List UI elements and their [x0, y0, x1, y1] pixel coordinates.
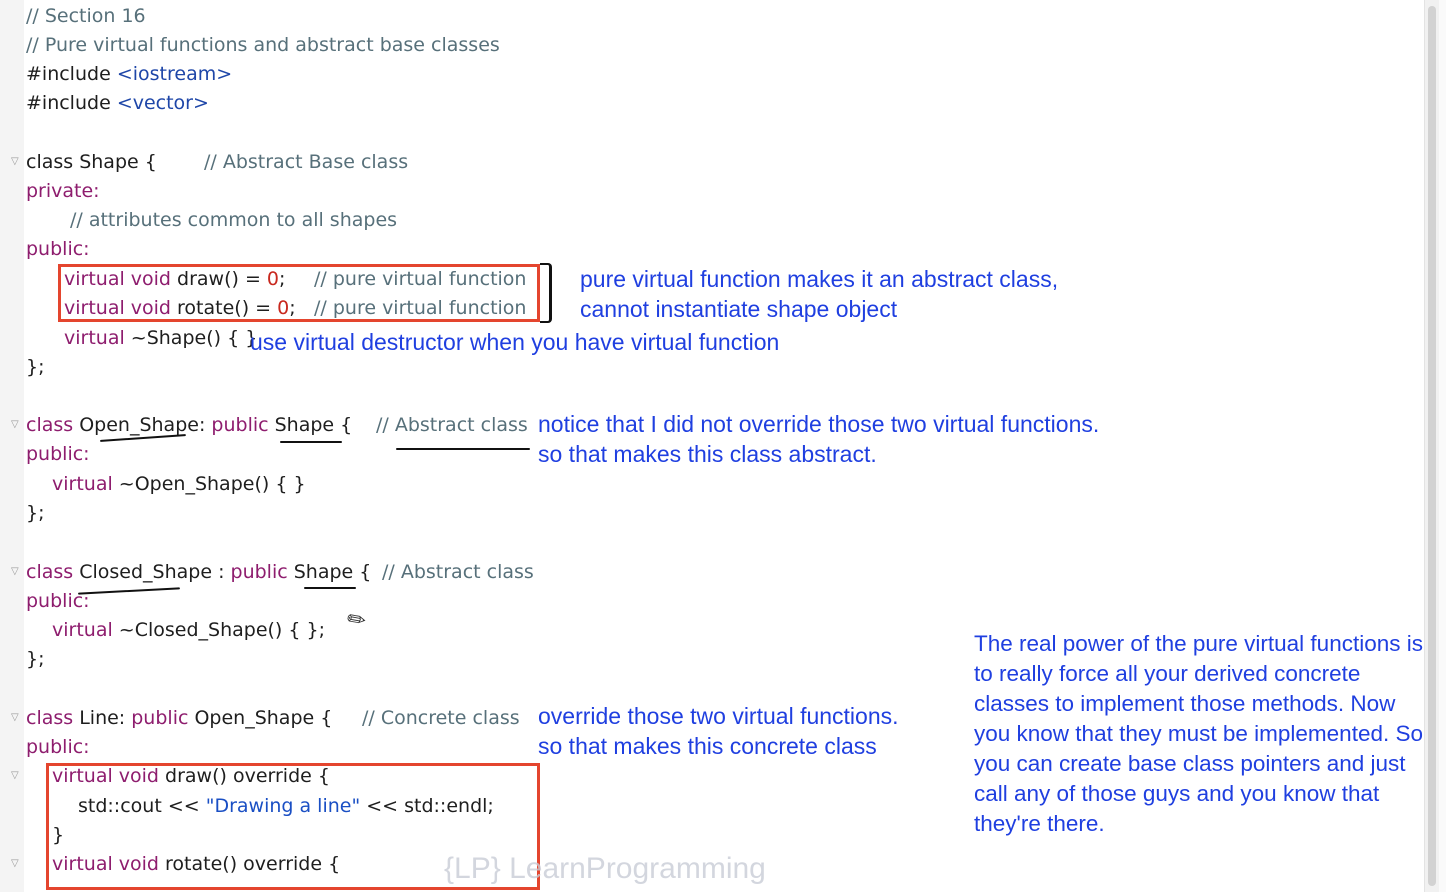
- fold-marker-icon[interactable]: ▽: [11, 858, 19, 869]
- code-line: public:: [26, 238, 90, 260]
- code-line: class Line: public Open_Shape {: [26, 704, 332, 733]
- annotation-text: override those two virtual functions.: [538, 703, 899, 729]
- code-keyword: virtual: [64, 327, 125, 349]
- code-comment: // Abstract Base class: [204, 151, 409, 173]
- code-keyword: class: [26, 707, 74, 729]
- code-keyword: public: [131, 707, 189, 729]
- code-line: };: [26, 356, 45, 378]
- code-line: };: [26, 502, 45, 524]
- code-text: ~Shape() { }: [124, 327, 258, 349]
- code-text: Open_Shape {: [188, 707, 333, 729]
- code-line: public:: [26, 736, 90, 758]
- vertical-scrollbar[interactable]: [1424, 0, 1439, 892]
- watermark-text: LearnProgramming: [509, 852, 766, 885]
- code-line: virtual ~Shape() { }: [64, 324, 257, 353]
- underline-stroke: [78, 587, 180, 595]
- window-edge: [1439, 0, 1446, 892]
- fold-marker-icon[interactable]: ▽: [11, 156, 19, 167]
- code-keyword: public: [230, 561, 288, 583]
- underline-stroke: [280, 441, 342, 443]
- code-text: Closed_Shape :: [73, 561, 231, 583]
- code-line: virtual ~Open_Shape() { }: [52, 470, 306, 499]
- code-line: public:: [26, 590, 90, 612]
- code-keyword: class: [26, 414, 74, 436]
- code-text: ~Open_Shape() { }: [112, 473, 306, 495]
- underline-stroke: [396, 448, 530, 450]
- code-text: Shape {: [268, 414, 353, 436]
- pencil-cursor-icon: ✎: [342, 604, 372, 637]
- annotation-text: pure virtual function makes it an abstra…: [580, 266, 1059, 292]
- watermark-mark: {LP}: [444, 852, 501, 885]
- include-header: <vector>: [116, 92, 209, 114]
- pure-virtual-highlight-box: [58, 264, 540, 322]
- annotation-text: cannot instantiate shape object: [580, 296, 898, 322]
- code-keyword: class: [26, 561, 74, 583]
- code-line: // Section 16: [26, 5, 146, 27]
- code-text: Shape {: [287, 561, 372, 583]
- include-directive: #include: [26, 63, 111, 85]
- watermark-logo: {LP} LearnProgramming: [444, 852, 766, 886]
- code-comment: // Concrete class: [362, 707, 520, 729]
- annotation-bracket: [540, 263, 552, 323]
- code-line: #include <vector>: [26, 89, 209, 118]
- code-text: Line:: [73, 707, 132, 729]
- code-line: private:: [26, 180, 100, 202]
- annotation-text: notice that I did not override those two…: [538, 411, 1100, 437]
- include-header: <iostream>: [116, 63, 233, 85]
- code-line: #include <iostream>: [26, 60, 232, 89]
- include-directive: #include: [26, 92, 111, 114]
- code-line: class Shape {: [26, 151, 157, 173]
- code-text: ~Closed_Shape() { };: [112, 619, 326, 641]
- code-line: public:: [26, 443, 90, 465]
- code-line: // Pure virtual functions and abstract b…: [26, 34, 500, 56]
- code-comment: // Abstract class: [382, 561, 534, 583]
- annotation-text: use virtual destructor when you have vir…: [250, 329, 780, 355]
- annotation-text: so that makes this concrete class: [538, 733, 877, 759]
- scrollbar-thumb[interactable]: [1428, 6, 1436, 886]
- fold-marker-icon[interactable]: ▽: [11, 712, 19, 723]
- fold-marker-icon[interactable]: ▽: [11, 566, 19, 577]
- code-line: virtual ~Closed_Shape() { };: [52, 616, 325, 645]
- annotation-text: so that makes this class abstract.: [538, 441, 877, 467]
- fold-marker-icon[interactable]: ▽: [11, 770, 19, 781]
- code-keyword: virtual: [52, 473, 113, 495]
- code-line: // attributes common to all shapes: [70, 209, 398, 231]
- code-line: };: [26, 648, 45, 670]
- code-keyword: virtual: [52, 619, 113, 641]
- editor-gutter: [0, 0, 24, 892]
- fold-marker-icon[interactable]: ▽: [11, 419, 19, 430]
- underline-stroke: [304, 587, 356, 589]
- code-line: class Open_Shape: public Shape {: [26, 411, 352, 440]
- code-text: Open_Shape:: [73, 414, 212, 436]
- annotation-paragraph: The real power of the pure virtual funct…: [974, 631, 1423, 836]
- code-line: class Closed_Shape : public Shape {: [26, 558, 371, 587]
- code-keyword: public: [211, 414, 269, 436]
- code-comment: // Abstract class: [376, 414, 528, 436]
